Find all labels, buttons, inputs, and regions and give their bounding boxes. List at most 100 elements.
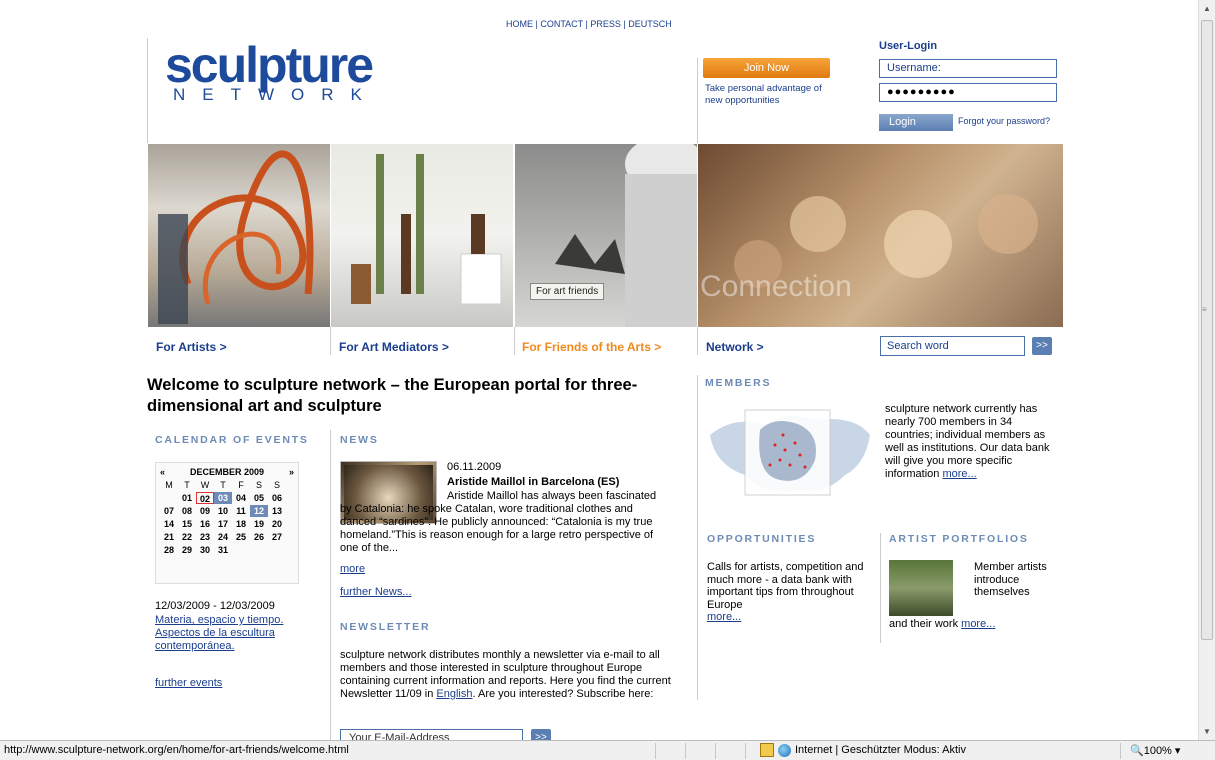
calendar-day[interactable]: 10 xyxy=(214,505,232,517)
nav-deutsch-link[interactable]: DEUTSCH xyxy=(628,19,672,29)
event-link[interactable]: Materia, espacio y tiempo. Aspectos de l… xyxy=(155,614,305,653)
news-date: 06.11.2009 xyxy=(447,461,502,473)
logo-wordmark: sculpture xyxy=(165,37,374,93)
calendar-heading: CALENDAR OF EVENTS xyxy=(155,434,309,446)
calendar-day[interactable]: 29 xyxy=(178,544,196,556)
calendar-day[interactable]: 17 xyxy=(214,518,232,530)
scroll-down-arrow-icon[interactable]: ▼ xyxy=(1203,727,1211,736)
calendar-day[interactable]: 12 xyxy=(250,505,268,517)
hover-tooltip: For art friends xyxy=(530,283,605,300)
protected-mode-icon[interactable] xyxy=(760,743,774,757)
scrollbar-thumb[interactable] xyxy=(1201,20,1213,640)
search-input[interactable]: Search word xyxy=(880,336,1025,356)
calendar-prev-icon[interactable]: « xyxy=(160,467,165,477)
calendar-day xyxy=(268,544,286,556)
browser-status-bar: http://www.sculpture-network.org/en/home… xyxy=(0,740,1215,760)
status-separator xyxy=(685,743,686,759)
for-friends-link[interactable]: For Friends of the Arts > xyxy=(522,340,661,354)
calendar-day[interactable]: 19 xyxy=(250,518,268,530)
nav-home-link[interactable]: HOME xyxy=(506,19,533,29)
calendar-day[interactable]: 20 xyxy=(268,518,286,530)
calendar-day[interactable]: 23 xyxy=(196,531,214,543)
calendar-day[interactable]: 24 xyxy=(214,531,232,543)
zoom-value: 100% xyxy=(1143,745,1172,757)
for-art-mediators-link[interactable]: For Art Mediators > xyxy=(339,340,449,354)
calendar-day[interactable]: 31 xyxy=(214,544,232,556)
opportunities-text: Calls for artists, competition and much … xyxy=(707,561,872,624)
password-input[interactable]: ●●●●●●●●● xyxy=(879,83,1057,102)
calendar-day[interactable]: 06 xyxy=(268,492,286,504)
login-title: User-Login xyxy=(879,40,938,52)
calendar-day[interactable]: 27 xyxy=(268,531,286,543)
column-divider xyxy=(697,375,698,700)
calendar-next-icon[interactable]: » xyxy=(289,467,294,477)
zoom-dropdown-icon[interactable]: ▾ xyxy=(1175,745,1181,757)
calendar-day[interactable]: 11 xyxy=(232,505,250,517)
opportunities-heading: OPPORTUNITIES xyxy=(707,533,817,545)
status-separator xyxy=(655,743,656,759)
calendar-day xyxy=(160,492,178,504)
opportunities-description: Calls for artists, competition and much … xyxy=(707,561,864,611)
calendar-day[interactable]: 03 xyxy=(214,492,232,504)
header-divider xyxy=(147,38,148,143)
calendar-day[interactable]: 07 xyxy=(160,505,178,517)
calendar-day[interactable]: 16 xyxy=(196,518,214,530)
zoom-level[interactable]: 🔍100% ▾ xyxy=(1130,744,1180,757)
calendar-day-of-week: W xyxy=(200,480,210,490)
calendar-day[interactable]: 14 xyxy=(160,518,178,530)
portfolios-more-link[interactable]: more... xyxy=(961,618,995,630)
calendar-day[interactable]: 01 xyxy=(178,492,196,504)
network-overlay-text: Connection xyxy=(700,270,852,303)
newsletter-body: sculpture network distributes monthly a … xyxy=(340,649,690,701)
europe-map-icon[interactable] xyxy=(705,405,875,500)
newsletter-text: . Are you interested? Subscribe here: xyxy=(472,688,654,700)
further-news-link[interactable]: further News... xyxy=(340,586,412,598)
calendar-day[interactable]: 22 xyxy=(178,531,196,543)
newsletter-english-link[interactable]: English xyxy=(436,688,472,700)
status-separator xyxy=(1120,743,1121,759)
calendar-day[interactable]: 28 xyxy=(160,544,178,556)
calendar-day[interactable]: 09 xyxy=(196,505,214,517)
calendar-grid: M T W T F S S 01 02 03 04 05 06 07 08 09 10 11 12 13 14 15 16 1… xyxy=(160,479,294,556)
calendar-day[interactable]: 26 xyxy=(250,531,268,543)
calendar-day[interactable]: 21 xyxy=(160,531,178,543)
portfolios-text: Member artists introduce themselves xyxy=(974,561,1047,598)
calendar-day-of-week: F xyxy=(238,480,244,490)
network-link[interactable]: Network > xyxy=(706,340,764,354)
members-heading: MEMBERS xyxy=(705,377,772,389)
nav-contact-link[interactable]: CONTACT xyxy=(540,19,583,29)
members-more-link[interactable]: more... xyxy=(942,468,976,480)
scroll-up-arrow-icon[interactable]: ▲ xyxy=(1203,4,1211,13)
calendar-day-of-week: M xyxy=(165,480,173,490)
calendar-day[interactable]: 04 xyxy=(232,492,250,504)
orange-sculpture-illustration xyxy=(158,150,314,324)
further-events-link[interactable]: further events xyxy=(155,677,222,689)
search-go-button[interactable]: >> xyxy=(1032,337,1052,355)
portfolios-description: and their work xyxy=(889,618,962,630)
join-now-button[interactable]: Join Now xyxy=(703,58,830,78)
calendar-day[interactable]: 13 xyxy=(268,505,286,517)
calendar-day[interactable]: 30 xyxy=(196,544,214,556)
opportunities-more-link[interactable]: more... xyxy=(707,611,741,623)
calendar-day xyxy=(232,544,250,556)
portfolios-heading: ARTIST PORTFOLIOS xyxy=(889,533,1029,545)
for-artists-link[interactable]: For Artists > xyxy=(156,340,227,354)
status-url: http://www.sculpture-network.org/en/home… xyxy=(4,744,349,756)
calendar-day[interactable]: 05 xyxy=(250,492,268,504)
portfolio-thumbnail[interactable] xyxy=(889,560,953,616)
calendar-day[interactable]: 18 xyxy=(232,518,250,530)
news-more-link[interactable]: more xyxy=(340,563,365,575)
username-input[interactable]: Username: xyxy=(879,59,1057,78)
hero-image-mediators[interactable] xyxy=(331,144,513,327)
forgot-password-link[interactable]: Forgot your password? xyxy=(958,116,1050,126)
calendar-day[interactable]: 02 xyxy=(196,492,214,504)
calendar-day[interactable]: 08 xyxy=(178,505,196,517)
calendar-day[interactable]: 25 xyxy=(232,531,250,543)
hero-image-artists[interactable] xyxy=(148,144,330,327)
login-button[interactable]: Login xyxy=(879,114,953,131)
vertical-scrollbar[interactable]: ▲ ≡ ▼ xyxy=(1198,0,1215,740)
site-logo[interactable]: sculpture NETWORK xyxy=(165,37,425,105)
nav-press-link[interactable]: PRESS xyxy=(590,19,621,29)
calendar-day[interactable]: 15 xyxy=(178,518,196,530)
page-title: Welcome to sculpture network – the Europ… xyxy=(147,376,638,415)
